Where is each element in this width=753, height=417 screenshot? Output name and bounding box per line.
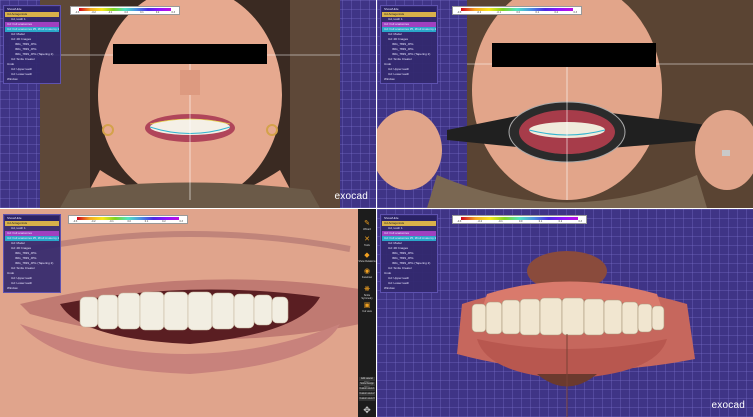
scale-tick: 0.3 xyxy=(179,220,183,223)
scale-tick: 0.1 xyxy=(535,11,539,14)
sidebar-row[interactable]: Window xyxy=(5,77,59,82)
scale-tick: 0.1 xyxy=(538,220,543,223)
scale-tick: 0.0 xyxy=(516,11,520,14)
eye-censor-bar xyxy=(492,43,656,67)
scale-ticks: -0.3 -0.2 -0.1 0.0 0.1 0.2 0.3 xyxy=(457,220,582,223)
color-scale-bar: -0.3 -0.2 -0.1 0.0 0.1 0.2 0.3 xyxy=(452,6,582,15)
object-sidebar[interactable]: Show/Hide Ud Antagonists Ud, tooth 1 Ud:… xyxy=(3,5,61,84)
wizard-icon[interactable]: ✎ xyxy=(359,219,375,227)
scale-ticks: -0.3 -0.2 -0.1 0.0 0.1 0.2 0.3 xyxy=(73,220,183,223)
scale-tick: -0.1 xyxy=(498,220,503,223)
scale-ticks: -0.3 -0.2 -0.1 0.0 0.1 0.2 0.3 xyxy=(457,11,577,14)
object-sidebar[interactable]: Show/Hide Ud Antagonists Ud, tooth 1 Ud:… xyxy=(3,214,61,293)
scale-tick: 0.2 xyxy=(155,11,160,14)
pane-3d-model: Show/Hide Ud Antagonists Ud, tooth 1 Ud:… xyxy=(377,209,753,417)
navigation-cube-icon[interactable]: ✥ xyxy=(359,405,375,416)
eye-censor-bar xyxy=(113,44,267,64)
scale-tick: 0.3 xyxy=(171,11,175,14)
scale-tick: -0.3 xyxy=(73,220,78,223)
cut-view-icon[interactable]: ▣ xyxy=(359,301,375,309)
scale-tick: -0.2 xyxy=(476,11,482,14)
view-button[interactable]: Edit Lateral View xyxy=(359,377,375,384)
scale-tick: 0.2 xyxy=(558,220,563,223)
scale-tick: 0.3 xyxy=(573,11,577,14)
scale-tick: 0.2 xyxy=(162,220,166,223)
scale-tick: -0.3 xyxy=(457,11,462,14)
scale-tick: 0.2 xyxy=(554,11,558,14)
scale-tick: -0.3 xyxy=(75,11,80,14)
object-sidebar[interactable]: Show/Hide Ud Antagonists Ud, tooth 1 Ud:… xyxy=(380,214,438,293)
scale-tick: 0.3 xyxy=(578,220,582,223)
toolbar-label: Tools xyxy=(364,244,370,247)
pane-smile-closeup: Show/Hide Ud Antagonists Ud, tooth 1 Ud:… xyxy=(0,209,376,417)
scale-tick: 0.0 xyxy=(124,11,128,14)
sidebar-row[interactable]: Window xyxy=(382,286,436,291)
view-button[interactable]: Custom view 1 xyxy=(359,387,375,391)
exocad-logo: exocad xyxy=(711,400,745,411)
pane-retractor-photo: Show/Hide Ud Antagonists Ud, tooth 1 Ud:… xyxy=(377,0,753,208)
scale-tick: -0.2 xyxy=(477,220,482,223)
scale-tick: -0.1 xyxy=(108,11,113,14)
scale-ticks: -0.3 -0.2 -0.1 0.0 0.1 0.2 0.3 xyxy=(75,11,175,14)
toolbar-label: Wizard xyxy=(363,228,371,231)
facebow-icon[interactable]: ◉ xyxy=(359,267,375,275)
scale-tick: -0.1 xyxy=(496,11,501,14)
toolbar-label: Cut view xyxy=(362,310,372,313)
scale-tick: -0.2 xyxy=(91,11,96,14)
view-button[interactable]: Custom view 2 xyxy=(359,392,375,396)
scale-tick: -0.2 xyxy=(91,220,96,223)
toolbar-label: Facebow xyxy=(361,276,373,279)
show-relations-icon[interactable]: ◆ xyxy=(359,251,375,259)
sidebar-row[interactable]: Window xyxy=(382,77,436,82)
scale-tick: 0.1 xyxy=(140,11,144,14)
face-photo xyxy=(40,0,340,208)
scale-tick: -0.3 xyxy=(457,220,462,223)
scale-tick: -0.1 xyxy=(109,220,114,223)
scale-tick: 0.1 xyxy=(144,220,149,223)
view-button[interactable]: Smile Design View xyxy=(359,382,375,389)
color-scale-bar: -0.3 -0.2 -0.1 0.0 0.1 0.2 0.3 xyxy=(452,215,587,224)
color-scale-bar: -0.3 -0.2 -0.1 0.0 0.1 0.2 0.3 xyxy=(70,6,180,15)
exocad-logo: exocad xyxy=(334,191,368,202)
color-scale-bar: -0.3 -0.2 -0.1 0.0 0.1 0.2 0.3 xyxy=(68,215,188,224)
sidebar-row[interactable]: Window xyxy=(5,286,59,291)
scale-tick: 0.0 xyxy=(518,220,523,223)
smile-symmetry-icon[interactable]: ❋ xyxy=(359,285,375,293)
right-toolbar: ✎ Wizard ✕ Tools ◆ Show Relations ◉ Face… xyxy=(358,209,376,417)
pane-smile-photo: Show/Hide Ud Antagonists Ud, tooth 1 Ud:… xyxy=(0,0,376,208)
toolbar-label: Show Relations xyxy=(358,260,376,263)
tools-icon[interactable]: ✕ xyxy=(359,235,375,243)
scale-tick: 0.0 xyxy=(127,220,131,223)
view-button[interactable]: Custom view 3 xyxy=(359,397,375,401)
object-sidebar[interactable]: Show/Hide Ud Antagonists Ud, tooth 1 Ud:… xyxy=(380,5,438,84)
toolbar-label: Smile Symmetry xyxy=(361,294,373,300)
